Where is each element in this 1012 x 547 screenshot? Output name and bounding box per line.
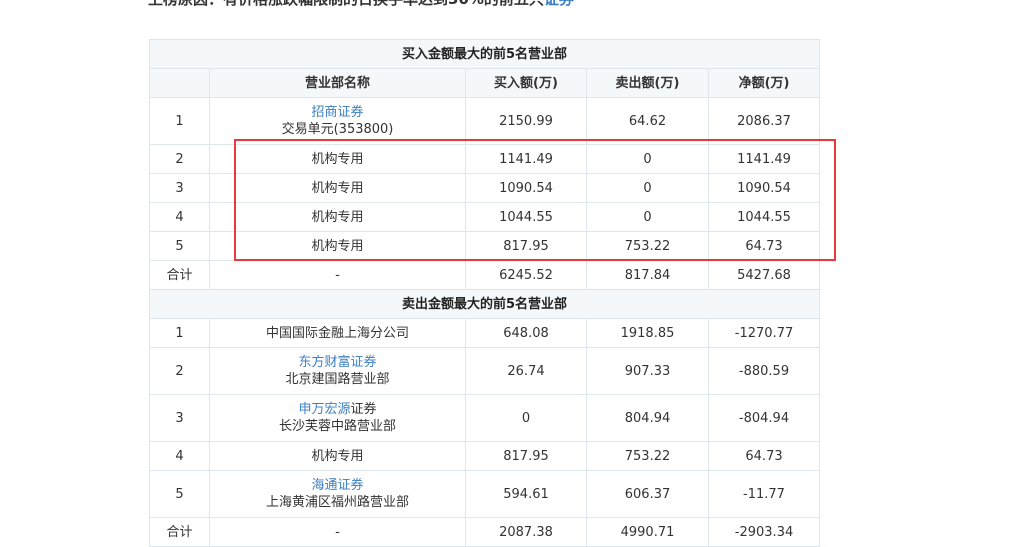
broker-cell: 机构专用	[209, 231, 466, 261]
net-amount: -880.59	[707, 347, 821, 395]
header-buy: 买入额(万)	[465, 68, 587, 98]
sell-amount: 0	[586, 173, 709, 203]
buy-amount: 0	[465, 394, 587, 442]
sell-amount: 606.37	[586, 470, 709, 518]
broker-link[interactable]: 东方财富证券	[210, 354, 465, 371]
table-row: 2 机构专用 1141.49 0 1141.49	[149, 144, 821, 174]
row-index: 5	[149, 231, 210, 261]
row-index: 1	[149, 97, 210, 145]
row-index: 3	[149, 394, 210, 442]
row-index: 2	[149, 144, 210, 174]
buy-amount: 1044.55	[465, 202, 587, 232]
buy-section-title-row: 买入金额最大的前5名营业部	[148, 39, 821, 69]
total-net: -2903.34	[707, 517, 821, 547]
sell-amount: 804.94	[586, 394, 709, 442]
net-amount: 1044.55	[707, 202, 821, 232]
net-amount: 2086.37	[707, 97, 821, 145]
buy-total-row: 合计 - 6245.52 817.84 5427.68	[149, 260, 821, 290]
buy-amount: 26.74	[465, 347, 587, 395]
broker-link-tail: 证券	[350, 402, 377, 417]
net-amount: -1270.77	[707, 318, 821, 348]
buy-amount: 648.08	[465, 318, 587, 348]
sell-amount: 0	[586, 144, 709, 174]
broker-branch: 交易单元(353800)	[281, 122, 394, 137]
table-row: 3 申万宏源证券 长沙芙蓉中路营业部 0 804.94 -804.94	[149, 394, 821, 442]
buy-amount: 594.61	[465, 470, 587, 518]
broker-cell: 中国国际金融上海分公司	[209, 318, 466, 348]
total-buy: 2087.38	[465, 517, 587, 547]
broker-cell: 海通证券 上海黄浦区福州路营业部	[209, 470, 466, 518]
net-amount: 64.73	[707, 231, 821, 261]
table-row: 3 机构专用 1090.54 0 1090.54	[149, 173, 821, 203]
broker-cell: 机构专用	[209, 441, 466, 471]
row-index: 4	[149, 441, 210, 471]
broker-branch: 长沙芙蓉中路营业部	[278, 419, 396, 434]
total-label: 合计	[149, 260, 210, 290]
sell-amount: 0	[586, 202, 709, 232]
sell-total-row: 合计 - 2087.38 4990.71 -2903.34	[149, 517, 821, 547]
total-name: -	[209, 260, 466, 290]
trading-desk-table: 买入金额最大的前5名营业部 营业部名称 买入额(万) 卖出额(万) 净额(万) …	[148, 39, 821, 547]
listing-reason-text: 上榜原因：有价格涨跌幅限制的日换手率达到30%的前五只	[148, 0, 544, 8]
sell-amount: 1918.85	[586, 318, 709, 348]
broker-cell: 申万宏源证券 长沙芙蓉中路营业部	[209, 394, 466, 442]
header-index	[149, 68, 210, 98]
table-row: 5 海通证券 上海黄浦区福州路营业部 594.61 606.37 -11.77	[149, 470, 821, 518]
table-row: 1 招商证券 交易单元(353800) 2150.99 64.62 2086.3…	[149, 97, 821, 145]
listing-reason-line: 上榜原因：有价格涨跌幅限制的日换手率达到30%的前五只证券	[148, 0, 574, 9]
broker-link[interactable]: 海通证券	[210, 477, 465, 494]
net-amount: 1090.54	[707, 173, 821, 203]
listing-reason-link[interactable]: 证券	[544, 0, 574, 8]
net-amount: 1141.49	[707, 144, 821, 174]
sell-section-title: 卖出金额最大的前5名营业部	[148, 289, 821, 319]
broker-branch: 北京建国路营业部	[285, 372, 390, 387]
table-row: 4 机构专用 817.95 753.22 64.73	[149, 441, 821, 471]
total-net: 5427.68	[707, 260, 821, 290]
total-name: -	[209, 517, 466, 547]
broker-branch: 上海黄浦区福州路营业部	[265, 495, 409, 510]
sell-amount: 64.62	[586, 97, 709, 145]
table-row: 1 中国国际金融上海分公司 648.08 1918.85 -1270.77	[149, 318, 821, 348]
buy-amount: 1141.49	[465, 144, 587, 174]
total-buy: 6245.52	[465, 260, 587, 290]
total-sell: 817.84	[586, 260, 709, 290]
header-sell: 卖出额(万)	[586, 68, 709, 98]
buy-amount: 817.95	[465, 441, 587, 471]
sell-amount: 907.33	[586, 347, 709, 395]
row-index: 5	[149, 470, 210, 518]
table-row: 4 机构专用 1044.55 0 1044.55	[149, 202, 821, 232]
broker-link[interactable]: 招商证券	[210, 104, 465, 121]
row-index: 4	[149, 202, 210, 232]
table-row: 2 东方财富证券 北京建国路营业部 26.74 907.33 -880.59	[149, 347, 821, 395]
sell-amount: 753.22	[586, 231, 709, 261]
row-index: 1	[149, 318, 210, 348]
net-amount: -11.77	[707, 470, 821, 518]
broker-link[interactable]: 申万宏源证券	[210, 401, 465, 418]
broker-cell: 机构专用	[209, 144, 466, 174]
broker-cell: 招商证券 交易单元(353800)	[209, 97, 466, 145]
header-net: 净额(万)	[707, 68, 821, 98]
broker-cell: 机构专用	[209, 202, 466, 232]
header-broker: 营业部名称	[209, 68, 466, 98]
row-index: 3	[149, 173, 210, 203]
broker-cell: 东方财富证券 北京建国路营业部	[209, 347, 466, 395]
buy-section-title: 买入金额最大的前5名营业部	[148, 39, 821, 69]
broker-cell: 机构专用	[209, 173, 466, 203]
buy-amount: 2150.99	[465, 97, 587, 145]
buy-header-row: 营业部名称 买入额(万) 卖出额(万) 净额(万)	[149, 68, 821, 98]
total-label: 合计	[149, 517, 210, 547]
sell-amount: 753.22	[586, 441, 709, 471]
net-amount: 64.73	[707, 441, 821, 471]
sell-section-title-row: 卖出金额最大的前5名营业部	[148, 289, 821, 319]
total-sell: 4990.71	[586, 517, 709, 547]
net-amount: -804.94	[707, 394, 821, 442]
row-index: 2	[149, 347, 210, 395]
buy-amount: 817.95	[465, 231, 587, 261]
table-row: 5 机构专用 817.95 753.22 64.73	[149, 231, 821, 261]
buy-amount: 1090.54	[465, 173, 587, 203]
